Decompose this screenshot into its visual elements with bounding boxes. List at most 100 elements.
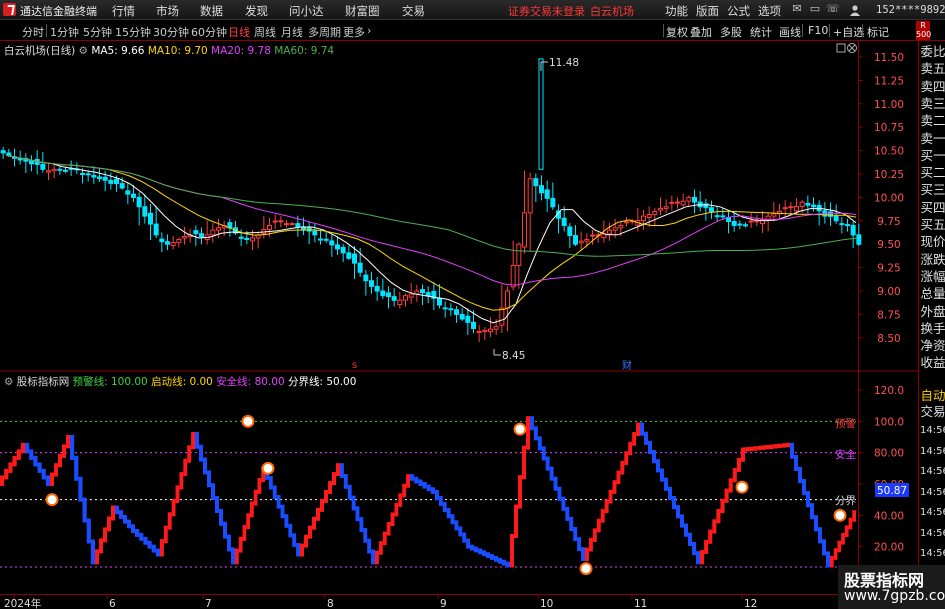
side-item[interactable]: 卖四 [920, 78, 945, 96]
main-pane-close-icon[interactable] [847, 43, 857, 53]
tool-overlay[interactable]: 叠加 [690, 24, 712, 40]
indicator-name[interactable]: 股标指标网 [17, 376, 70, 388]
trade-login-warning[interactable]: 证券交易未登录 [508, 3, 585, 19]
ind-bar-up [761, 445, 766, 450]
side-item[interactable]: 买二 [920, 164, 945, 182]
side-item[interactable]: 涨幅 [920, 268, 945, 286]
candle-down [391, 296, 397, 301]
period-30min[interactable]: 30分钟 [153, 24, 189, 40]
user-phone[interactable]: 152****9892 [876, 4, 945, 16]
candle-down [29, 160, 34, 165]
side-item[interactable]: 净资 [920, 337, 945, 355]
period-weekly[interactable]: 周线 [254, 24, 276, 40]
side-item[interactable]: 收益 [920, 354, 945, 372]
ind-bar-down [231, 547, 235, 565]
main-legend-title[interactable]: 白云机场(日线) [4, 45, 75, 57]
user-icon[interactable] [849, 4, 861, 16]
mail-icon[interactable]: ✉ [790, 2, 804, 16]
menu-trade[interactable]: 交易 [402, 3, 425, 19]
menu-data[interactable]: 数据 [200, 3, 223, 19]
side-item[interactable]: 卖二 [920, 112, 945, 130]
s-marker: s [352, 360, 357, 371]
side-item[interactable]: 现价 [920, 233, 945, 251]
ind-bar-up [304, 534, 308, 548]
tool-adjust[interactable]: 复权 [666, 24, 688, 40]
candle-up [516, 243, 522, 266]
menu-ask[interactable]: 问小达 [289, 3, 324, 19]
legend-gear-icon[interactable]: ⚙ [79, 45, 88, 57]
ind-bar-down [127, 519, 131, 529]
ind-bar-up [596, 518, 601, 533]
ind-bar-up [781, 443, 786, 448]
period-more[interactable]: 更多 [343, 24, 365, 40]
candle-down [714, 215, 720, 218]
kline-chart[interactable]: 11.50 11.25 11.00 10.75 10.50 10.25 10.00 9.75 9… [0, 41, 918, 609]
price-tick-label: 9.50 [877, 239, 900, 251]
main-pane-settings-icon[interactable] [836, 43, 846, 53]
tool-add-watch[interactable]: +自选 [833, 24, 864, 40]
date-label: 6 [109, 598, 116, 609]
candle-down [420, 289, 425, 294]
ind-bar-down [25, 442, 30, 454]
period-daily[interactable]: 日线 [228, 24, 250, 40]
side-item[interactable]: 换手 [920, 320, 945, 338]
candle-down [97, 176, 102, 180]
period-5min[interactable]: 5分钟 [83, 24, 112, 40]
menu-wealth[interactable]: 财富圈 [345, 3, 380, 19]
ind-bar-down [90, 539, 95, 565]
ind-bar-up [720, 498, 725, 514]
candle-down [856, 234, 862, 245]
phone-icon[interactable]: ☏ [826, 2, 840, 16]
indicator-axis: 120.0100.080.0060.0040.0020.00 [858, 385, 904, 554]
side-item[interactable]: 委比 [920, 43, 945, 61]
ind-bar-up [848, 517, 853, 530]
indicator-gear-icon[interactable]: ⚙ [4, 376, 13, 388]
side-item[interactable]: 卖五 [920, 60, 945, 78]
price-tick-label: 9.25 [877, 263, 900, 275]
candle-spike [538, 58, 544, 170]
tool-stats[interactable]: 统计 [750, 24, 772, 40]
menu-options[interactable]: 选项 [758, 3, 781, 19]
period-intraday[interactable]: 分时 [22, 24, 44, 40]
tool-multistock[interactable]: 多股 [720, 24, 742, 40]
ind-bar-up [833, 548, 838, 560]
menu-layout[interactable]: 版面 [696, 3, 719, 19]
tool-mark[interactable]: 标记 [867, 24, 889, 40]
ind-bar-up [588, 537, 593, 552]
period-1min[interactable]: 1分钟 [50, 24, 79, 40]
ind-bar-down [644, 431, 648, 445]
ind-bar-down [123, 514, 127, 524]
side-item[interactable]: 外盘 [920, 303, 945, 321]
chevron-right-icon[interactable]: › [367, 24, 371, 37]
side-item[interactable]: 卖三 [920, 95, 945, 113]
period-monthly[interactable]: 月线 [281, 24, 303, 40]
tool-f10[interactable]: F10 [808, 24, 828, 37]
side-item[interactable]: 买五 [920, 216, 945, 234]
side-item[interactable]: 涨跌 [920, 251, 945, 269]
side-trade[interactable]: 交易 [920, 403, 945, 421]
period-60min[interactable]: 60分钟 [191, 24, 227, 40]
message-icon[interactable]: ▭ [808, 2, 822, 16]
side-item[interactable]: 买四 [920, 199, 945, 217]
side-item[interactable]: 买一 [920, 147, 945, 165]
candle-down [369, 280, 374, 287]
ind-bar-up [257, 478, 262, 494]
side-item[interactable]: 卖一 [920, 130, 945, 148]
menu-discover[interactable]: 发现 [245, 3, 268, 19]
date-label: 9 [440, 598, 447, 609]
period-15min[interactable]: 15分钟 [115, 24, 151, 40]
period-multi[interactable]: 多周期 [308, 24, 341, 40]
ind-bar-up [4, 468, 9, 480]
ind-bar-up [736, 457, 741, 473]
main-legend: 白云机场(日线) ⚙ MA5: 9.66 MA10: 9.70 MA20: 9.… [4, 43, 334, 58]
menu-function[interactable]: 功能 [665, 3, 688, 19]
ind-bar-up [20, 442, 25, 454]
tool-draw[interactable]: 画线 [779, 24, 801, 40]
side-item[interactable]: 买三 [920, 181, 945, 199]
menu-quotes[interactable]: 行情 [112, 3, 135, 19]
ind-bar-down [474, 546, 478, 553]
side-item[interactable]: 总量 [920, 285, 945, 303]
menu-formula[interactable]: 公式 [727, 3, 750, 19]
menu-market[interactable]: 市场 [156, 3, 179, 19]
r-badge[interactable]: R 500 [916, 21, 931, 40]
